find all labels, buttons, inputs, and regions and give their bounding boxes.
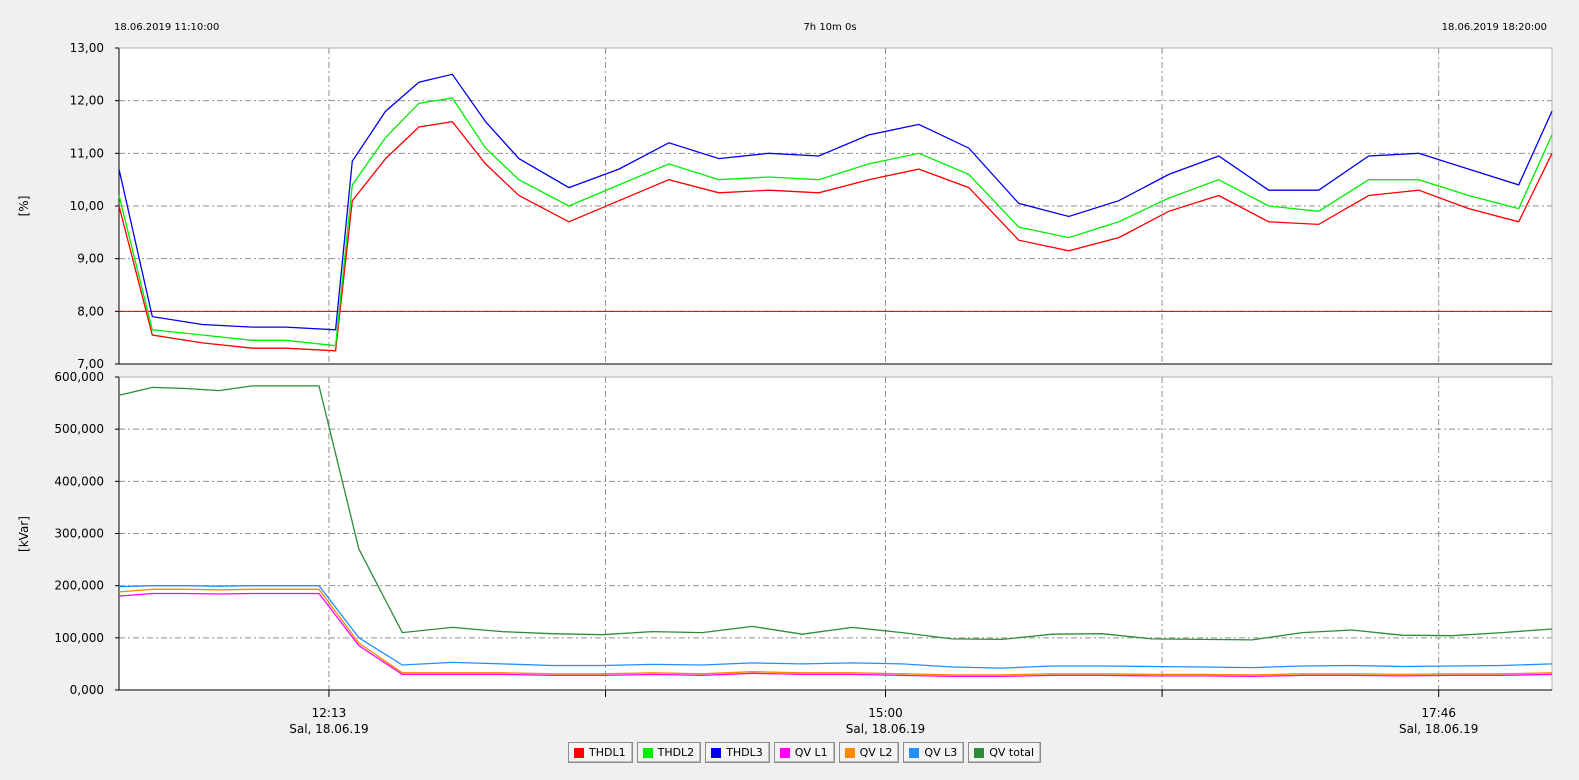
- y-tick-label: 200,000: [54, 579, 104, 593]
- y-tick-label: 12,00: [70, 94, 104, 108]
- legend-label: QV L2: [859, 746, 893, 759]
- y-tick-label: 100,000: [54, 631, 104, 645]
- legend-label: THDL3: [726, 746, 763, 759]
- chart-canvas[interactable]: 13,00 12,00 11,00 10,00 9,00 8,00 7,00 [%] 600,0…: [0, 0, 1579, 780]
- legend: THDL1 THDL2 THDL3 QV L1 QV L2 QV L3 QV t…: [568, 742, 1042, 763]
- y-tick-label: 10,00: [70, 199, 104, 213]
- x-tick-label-date: Sal, 18.06.19: [846, 722, 925, 736]
- y-tick-label: 500,000: [54, 422, 104, 436]
- y-tick-label: 11,00: [70, 146, 104, 160]
- y-tick-label: 0,000: [70, 683, 104, 697]
- y-tick-label: 8,00: [77, 304, 104, 318]
- y-axis-label: [%]: [17, 196, 31, 217]
- legend-item-thdl3[interactable]: THDL3: [705, 742, 770, 763]
- y-axis-label: [kVar]: [17, 516, 31, 552]
- legend-label: QV total: [989, 746, 1035, 759]
- y-tick-label: 300,000: [54, 527, 104, 541]
- legend-swatch: [642, 747, 653, 758]
- legend-item-thdl1[interactable]: THDL1: [568, 742, 633, 763]
- legend-label: THDL1: [589, 746, 626, 759]
- legend-swatch: [574, 747, 584, 758]
- x-tick-label-time: 15:00: [868, 706, 903, 720]
- x-tick-label-time: 17:46: [1421, 706, 1456, 720]
- x-tick-label-time: 12:13: [312, 706, 347, 720]
- y-tick-label: 600,000: [54, 370, 104, 384]
- legend-item-qv-total[interactable]: QV total: [968, 742, 1042, 763]
- legend-swatch: [711, 747, 722, 758]
- legend-item-qv-l3[interactable]: QV L3: [903, 742, 965, 763]
- legend-item-qv-l2[interactable]: QV L2: [838, 742, 900, 763]
- y-tick-label: 9,00: [77, 252, 104, 266]
- legend-label: QV L3: [924, 746, 958, 759]
- legend-item-qv-l1[interactable]: QV L1: [773, 742, 835, 763]
- x-tick-label-date: Sal, 18.06.19: [289, 722, 368, 736]
- legend-swatch: [974, 747, 985, 758]
- legend-item-thdl2[interactable]: THDL2: [636, 742, 702, 763]
- legend-label: QV L1: [794, 746, 828, 759]
- y-tick-label: 7,00: [77, 357, 104, 371]
- y-tick-label: 13,00: [70, 41, 104, 55]
- x-tick-label-date: Sal, 18.06.19: [1399, 722, 1478, 736]
- legend-swatch: [779, 747, 790, 758]
- y-tick-label: 400,000: [54, 474, 104, 488]
- legend-swatch: [909, 747, 920, 758]
- legend-swatch: [844, 747, 855, 758]
- legend-label: THDL2: [657, 746, 695, 759]
